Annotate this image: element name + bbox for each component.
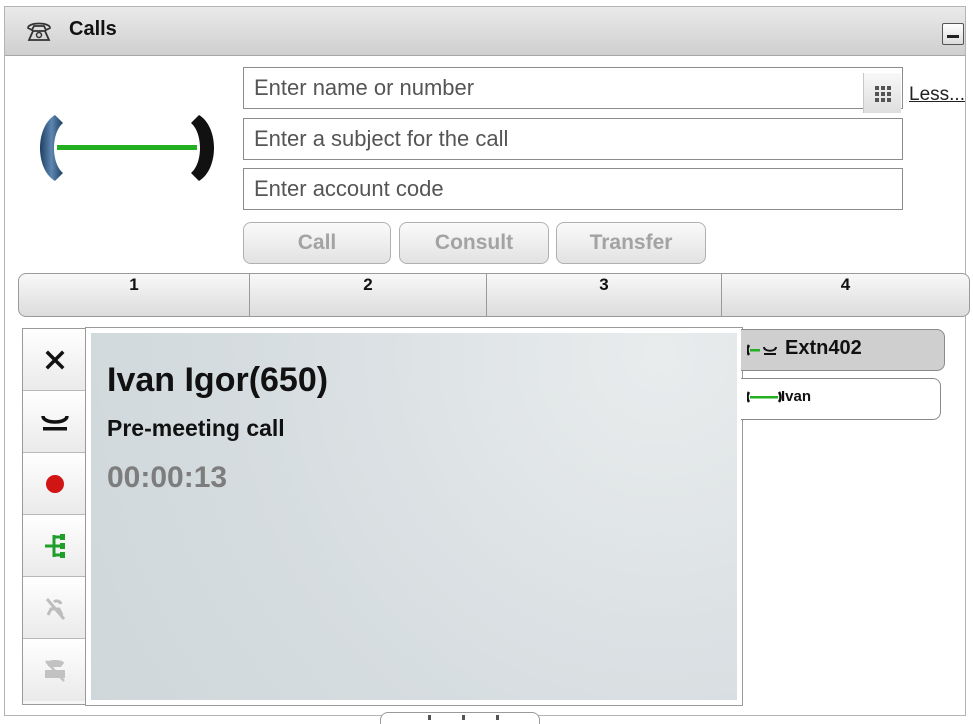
window-title: Calls — [69, 18, 117, 40]
tab-1[interactable]: 1 — [19, 274, 249, 316]
record-call-icon — [46, 474, 64, 493]
consult-button[interactable]: Consult — [399, 222, 549, 264]
drop-call-icon — [45, 350, 65, 369]
tab-2[interactable]: 2 — [250, 274, 486, 316]
dialpad-icon — [875, 86, 891, 102]
connected-call-icon — [747, 391, 782, 403]
resize-grip — [496, 715, 499, 720]
call-timer: 00:00:13 — [107, 461, 228, 494]
park-call-icon — [45, 660, 65, 682]
call-list-item-active[interactable]: Ivan — [741, 378, 941, 420]
record-call-button[interactable] — [23, 453, 87, 515]
call-tabs: 1 2 3 4 — [18, 273, 970, 317]
drop-call-button[interactable] — [23, 329, 87, 391]
name-or-number-input[interactable] — [243, 67, 903, 109]
resize-handle[interactable] — [380, 712, 540, 724]
tab-3[interactable]: 3 — [487, 274, 721, 316]
mute-icon — [45, 597, 66, 620]
call-subject: Pre-meeting call — [107, 415, 285, 441]
conference-button[interactable] — [23, 515, 87, 577]
dialpad-button[interactable] — [863, 73, 901, 113]
mute-button[interactable] — [23, 577, 87, 639]
caller-name: Ivan Igor(650) — [107, 361, 329, 399]
call-list-item-held[interactable]: Extn402 — [741, 329, 945, 371]
minimize-button[interactable] — [942, 23, 964, 45]
less-link[interactable]: Less... — [909, 84, 965, 106]
transfer-button[interactable]: Transfer — [556, 222, 706, 264]
hold-call-icon — [41, 414, 69, 430]
resize-grip — [462, 715, 465, 720]
call-list-label: Ivan — [781, 388, 812, 405]
held-call-icon — [747, 344, 777, 356]
account-code-input[interactable] — [243, 168, 903, 210]
conference-icon — [45, 533, 65, 558]
call-button[interactable]: Call — [243, 222, 391, 264]
park-call-button[interactable] — [23, 639, 87, 701]
resize-grip — [428, 715, 431, 720]
call-list-label: Extn402 — [785, 337, 862, 359]
hold-call-button[interactable] — [23, 391, 87, 453]
tab-4[interactable]: 4 — [722, 274, 969, 316]
telephone-icon — [27, 22, 51, 41]
calls-panel: Calls Less... Call Consult Transfer — [4, 6, 970, 716]
active-call-card: Ivan Igor(650) Pre-meeting call 00:00:13 — [86, 328, 742, 705]
subject-input[interactable] — [243, 118, 903, 160]
title-bar: Calls — [5, 7, 965, 56]
call-actions-toolbar — [22, 328, 88, 705]
connected-call-status-icon — [40, 115, 214, 181]
